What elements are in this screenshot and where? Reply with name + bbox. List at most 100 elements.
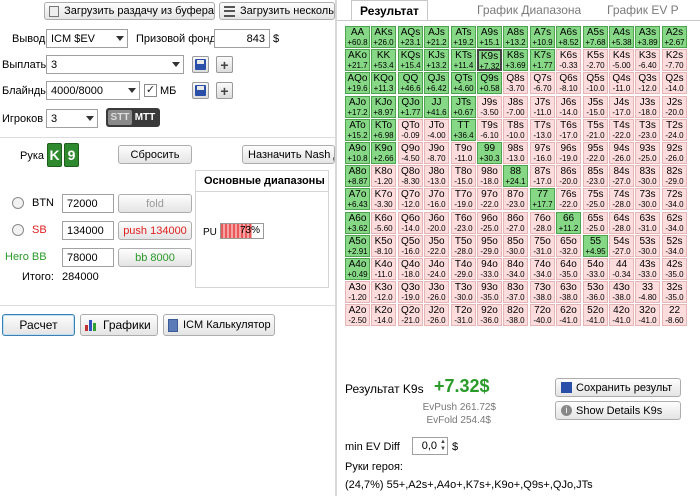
hand-cell-54o[interactable]: 54o -33.0 xyxy=(583,258,608,280)
load-multiple-button[interactable]: Загрузить несколь xyxy=(219,2,335,20)
stt-mtt-toggle[interactable]: STT MTT xyxy=(106,108,160,127)
hand-cell-k8o[interactable]: K8o -1.20 xyxy=(371,165,396,187)
payouts-select[interactable]: 3 xyxy=(46,55,184,74)
hand-cell-a7s[interactable]: A7s +10.9 xyxy=(530,26,555,48)
hand-cell-j9o[interactable]: J9o -8.70 xyxy=(424,142,449,164)
hand-cell-jto[interactable]: JTo -4.00 xyxy=(424,119,449,141)
hand-cell-83s[interactable]: 83s -30.0 xyxy=(635,165,660,187)
hand-cell-86s[interactable]: 86s -20.0 xyxy=(556,165,581,187)
hand-cell-t8o[interactable]: T8o -15.0 xyxy=(451,165,476,187)
hand-cell-k4s[interactable]: K4s -5.00 xyxy=(609,49,634,71)
hand-cell-a9s[interactable]: A9s +15.1 xyxy=(477,26,502,48)
hand-cell-94s[interactable]: 94s -26.0 xyxy=(609,142,634,164)
hand-cell-t5o[interactable]: T5o -28.0 xyxy=(451,235,476,257)
hand-cell-63s[interactable]: 63s -31.0 xyxy=(635,212,660,234)
hand-cell-84s[interactable]: 84s -27.0 xyxy=(609,165,634,187)
hand-cell-j9s[interactable]: J9s -3.50 xyxy=(477,96,502,118)
hand-cell-72s[interactable]: 72s -34.0 xyxy=(662,188,687,210)
btn-radio[interactable] xyxy=(12,197,24,209)
hand-cell-64s[interactable]: 64s -28.0 xyxy=(609,212,634,234)
stt-option[interactable]: STT xyxy=(108,110,132,125)
hand-cell-aa[interactable]: AA +60.8 xyxy=(345,26,370,48)
hand-cell-93o[interactable]: 93o -35.0 xyxy=(477,281,502,303)
hand-cell-kts[interactable]: KTs +11.4 xyxy=(451,49,476,71)
hand-cell-85s[interactable]: 85s -23.0 xyxy=(583,165,608,187)
sb-action-button[interactable]: push 134000 xyxy=(118,221,192,240)
hand-cell-k8s[interactable]: K8s +3.69 xyxy=(503,49,528,71)
hand-cell-j3o[interactable]: J3o -26.0 xyxy=(424,281,449,303)
hand-cell-42o[interactable]: 42o -41.0 xyxy=(609,304,634,326)
hand-cell-22[interactable]: 22 -8.60 xyxy=(662,304,687,326)
hand-cell-88[interactable]: 88 +24.1 xyxy=(503,165,528,187)
hand-cell-q7s[interactable]: Q7s -6.70 xyxy=(530,72,555,94)
icm-calculator-button[interactable]: ICM Калькулятор xyxy=(163,314,275,336)
hand-cell-qjs[interactable]: QJs +6.42 xyxy=(424,72,449,94)
calculate-button[interactable]: Расчет xyxy=(2,314,75,336)
hand-cell-qjo[interactable]: QJo +1.77 xyxy=(398,96,423,118)
hand-cell-98s[interactable]: 98s -13.0 xyxy=(503,142,528,164)
assign-nash-button[interactable]: Назначить Nash д xyxy=(242,145,335,164)
hand-cell-k6s[interactable]: K6s -0.33 xyxy=(556,49,581,71)
hand-cell-95s[interactable]: 95s -22.0 xyxy=(583,142,608,164)
hand-cell-a4s[interactable]: A4s +5.38 xyxy=(609,26,634,48)
tab-range-chart[interactable]: График Диапазона xyxy=(469,0,589,20)
hand-cell-75o[interactable]: 75o -31.0 xyxy=(530,235,555,257)
hand-cell-t4s[interactable]: T4s -22.0 xyxy=(609,119,634,141)
hand-cell-j2o[interactable]: J2o -26.0 xyxy=(424,304,449,326)
hand-cell-94o[interactable]: 94o -33.0 xyxy=(477,258,502,280)
hand-cell-kk[interactable]: KK +53.4 xyxy=(371,49,396,71)
load-from-clipboard-button[interactable]: Загрузить раздачу из буфера xyxy=(44,2,215,20)
hand-cell-q8s[interactable]: Q8s -3.70 xyxy=(503,72,528,94)
hand-cell-92s[interactable]: 92s -26.0 xyxy=(662,142,687,164)
hand-cell-ajs[interactable]: AJs +21.2 xyxy=(424,26,449,48)
hand-cell-66[interactable]: 66 +11.2 xyxy=(556,212,581,234)
hand-cell-72o[interactable]: 72o -40.0 xyxy=(530,304,555,326)
hand-cell-t4o[interactable]: T4o -29.0 xyxy=(451,258,476,280)
hand-cell-83o[interactable]: 83o -37.0 xyxy=(503,281,528,303)
hand-cell-j7o[interactable]: J7o -16.0 xyxy=(424,188,449,210)
hand-cell-t2o[interactable]: T2o -31.0 xyxy=(451,304,476,326)
hand-card-2[interactable]: 9 xyxy=(64,143,79,167)
hand-cell-kqo[interactable]: KQo +11.3 xyxy=(371,72,396,94)
mtt-option[interactable]: MTT xyxy=(132,110,158,125)
output-select[interactable]: ICM $EV xyxy=(46,29,128,48)
prize-pool-input[interactable]: 843 xyxy=(214,29,270,48)
tab-ev-chart[interactable]: График EV P xyxy=(599,0,687,20)
hero-bb-stack-input[interactable]: 78000 xyxy=(62,248,114,267)
hand-cell-43s[interactable]: 43s -33.0 xyxy=(635,258,660,280)
hand-cell-82s[interactable]: 82s -29.0 xyxy=(662,165,687,187)
hand-cell-t8s[interactable]: T8s -10.0 xyxy=(503,119,528,141)
hand-cell-kjs[interactable]: KJs +13.2 xyxy=(424,49,449,71)
hand-cell-a5s[interactable]: A5s +7.68 xyxy=(583,26,608,48)
hand-cell-73o[interactable]: 73o -38.0 xyxy=(530,281,555,303)
hand-cell-q2o[interactable]: Q2o -21.0 xyxy=(398,304,423,326)
hand-cell-76s[interactable]: 76s -22.0 xyxy=(556,188,581,210)
hand-cell-aqs[interactable]: AQs +23.1 xyxy=(398,26,423,48)
hand-cell-74o[interactable]: 74o -34.0 xyxy=(530,258,555,280)
hand-cell-a2o[interactable]: A2o -2.50 xyxy=(345,304,370,326)
hand-cell-87s[interactable]: 87s -17.0 xyxy=(530,165,555,187)
hand-cell-73s[interactable]: 73s -30.0 xyxy=(635,188,660,210)
hand-cell-a3s[interactable]: A3s +3.89 xyxy=(635,26,660,48)
hand-cell-j3s[interactable]: J3s -18.0 xyxy=(635,96,660,118)
hand-cell-t7o[interactable]: T7o -19.0 xyxy=(451,188,476,210)
hand-cell-jts[interactable]: JTs +0.67 xyxy=(451,96,476,118)
hand-cell-33[interactable]: 33 -4.80 xyxy=(635,281,660,303)
hand-cell-q9s[interactable]: Q9s +0.58 xyxy=(477,72,502,94)
hand-cell-k4o[interactable]: K4o -11.0 xyxy=(371,258,396,280)
hand-cell-t7s[interactable]: T7s -13.0 xyxy=(530,119,555,141)
hand-cell-q6s[interactable]: Q6s -8.10 xyxy=(556,72,581,94)
hand-cell-76o[interactable]: 76o -28.0 xyxy=(530,212,555,234)
sb-stack-input[interactable]: 134000 xyxy=(62,221,114,240)
hand-cell-j7s[interactable]: J7s -11.0 xyxy=(530,96,555,118)
sb-radio[interactable] xyxy=(12,224,24,236)
hand-cell-96o[interactable]: 96o -25.0 xyxy=(477,212,502,234)
hand-cell-a7o[interactable]: A7o +6.43 xyxy=(345,188,370,210)
hand-cell-t6o[interactable]: T6o -23.0 xyxy=(451,212,476,234)
hand-cell-a5o[interactable]: A5o +2.91 xyxy=(345,235,370,257)
pu-range-bar[interactable]: 73% xyxy=(220,223,264,239)
reset-button[interactable]: Сбросить xyxy=(118,145,192,164)
min-ev-input[interactable]: 0,0 ▲ ▼ xyxy=(412,437,448,455)
add-payout-button[interactable]: + xyxy=(216,56,233,73)
hand-cell-q4o[interactable]: Q4o -18.0 xyxy=(398,258,423,280)
